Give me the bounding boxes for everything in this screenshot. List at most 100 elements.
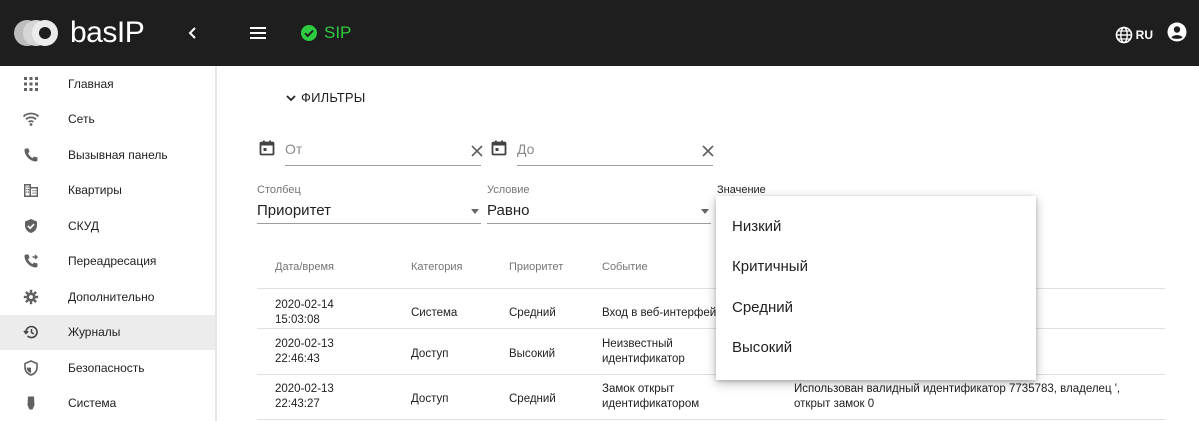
column-select-value: Приоритет: [257, 202, 331, 219]
row-priority: Средний: [509, 307, 556, 319]
date-to-field[interactable]: До: [489, 136, 719, 166]
account-button[interactable]: [1167, 22, 1187, 47]
logs-panel: ФИЛЬТРЫ От До Столбец Приоритет Условие …: [216, 66, 1199, 421]
sidebar-item-security[interactable]: Безопасность: [0, 350, 215, 386]
brand: basIP: [0, 0, 216, 66]
column-header[interactable]: Дата/время: [275, 261, 334, 273]
sidebar-item-advanced[interactable]: Дополнительно: [0, 279, 215, 315]
row-details: Использован валидный идентификатор 77357…: [794, 383, 1121, 395]
column-header[interactable]: Приоритет: [509, 261, 563, 273]
date-from-placeholder: От: [285, 141, 303, 157]
history-icon: [22, 323, 40, 341]
sidebar-item-label: Сеть: [68, 112, 95, 127]
sidebar: Главная Сеть Вызывная панель Квартиры СК…: [0, 66, 216, 421]
row-category: Доступ: [411, 393, 449, 405]
filters-toggle-label: ФИЛЬТРЫ: [301, 90, 366, 105]
row-event: идентификатор: [602, 353, 685, 365]
sidebar-item-forwarding[interactable]: Переадресация: [0, 244, 215, 280]
condition-select[interactable]: Равно: [487, 196, 711, 224]
sidebar-item-label: Безопасность: [68, 360, 145, 375]
language-switcher[interactable]: RU: [1115, 26, 1167, 44]
dropdown-option[interactable]: Низкий: [716, 206, 1036, 247]
sidebar-item-home[interactable]: Главная: [0, 66, 215, 102]
condition-select-value: Равно: [487, 202, 530, 219]
date-from-field[interactable]: От: [257, 136, 489, 166]
bas-ip-logo-icon: [12, 18, 64, 48]
column-header[interactable]: Категория: [411, 261, 462, 273]
row-date: 2020-02-13: [275, 338, 334, 350]
collapse-sidebar-button[interactable]: [184, 24, 202, 42]
calendar-icon: [259, 140, 275, 156]
gear-icon: [22, 288, 40, 306]
main-content: ФИЛЬТРЫ От До Столбец Приоритет Условие …: [216, 66, 1199, 421]
row-details: открыт замок 0: [794, 398, 875, 410]
sidebar-item-network[interactable]: Сеть: [0, 102, 215, 138]
row-time: 15:03:08: [275, 314, 320, 326]
row-event: Вход в веб-интерфейс: [602, 307, 722, 319]
column-select-label: Столбец: [257, 184, 301, 196]
row-event: Замок открыт: [602, 383, 675, 395]
date-to-placeholder: До: [517, 141, 535, 157]
grid-icon: [22, 75, 40, 93]
column-select[interactable]: Приоритет: [257, 196, 481, 224]
row-priority: Высокий: [509, 348, 556, 360]
calendar-icon: [491, 140, 507, 156]
sidebar-item-label: Переадресация: [68, 254, 157, 269]
condition-select-label: Условие: [487, 184, 530, 196]
chevron-down-icon: [286, 94, 296, 101]
dropdown-option[interactable]: Средний: [716, 287, 1036, 328]
row-time: 22:43:27: [275, 398, 320, 410]
account-icon: [1167, 22, 1187, 42]
sidebar-item-system[interactable]: Система: [0, 386, 215, 421]
dropdown-arrow-icon: [701, 209, 709, 214]
sidebar-item-call-panel[interactable]: Вызывная панель: [0, 137, 215, 173]
sidebar-item-label: Журналы: [68, 325, 121, 340]
row-date: 2020-02-14: [275, 299, 334, 311]
security-icon: [22, 359, 40, 377]
dropdown-arrow-icon: [471, 209, 479, 214]
shield-check-icon: [22, 217, 40, 235]
row-date: 2020-02-13: [275, 383, 334, 395]
phone-forward-icon: [22, 252, 40, 270]
top-right-controls: RU: [1115, 22, 1187, 47]
clear-date-to-button[interactable]: [701, 144, 715, 158]
row-time: 22:46:43: [275, 353, 320, 365]
phone-icon: [22, 146, 40, 164]
sip-status-label: SIP: [324, 23, 352, 42]
sidebar-item-logs[interactable]: Журналы: [0, 314, 215, 350]
row-priority: Средний: [509, 393, 556, 405]
row-event: идентификатором: [602, 398, 700, 410]
top-app-bar: basIP SIP RU: [0, 0, 1199, 66]
close-icon: [702, 145, 714, 157]
hamburger-menu-button[interactable]: [248, 24, 270, 42]
sidebar-item-apartments[interactable]: Квартиры: [0, 173, 215, 209]
check-circle-icon: [301, 25, 317, 41]
sidebar-item-access-control[interactable]: СКУД: [0, 208, 215, 244]
sidebar-item-label: Система: [68, 396, 117, 411]
filters-toggle[interactable]: ФИЛЬТРЫ: [285, 90, 366, 105]
sidebar-item-label: Вызывная панель: [68, 147, 168, 162]
logo-text: basIP: [70, 16, 145, 49]
hamburger-menu-icon: [250, 27, 266, 39]
clear-date-from-button[interactable]: [470, 144, 484, 158]
chevron-left-icon: [188, 27, 196, 39]
dropdown-option[interactable]: Высокий: [716, 328, 1036, 369]
sidebar-item-label: СКУД: [68, 218, 100, 233]
building-icon: [22, 181, 40, 199]
device-icon: [22, 394, 40, 412]
column-header[interactable]: Событие: [602, 261, 648, 273]
row-category: Система: [411, 307, 458, 319]
sidebar-item-label: Главная: [68, 76, 114, 91]
sidebar-item-label: Квартиры: [68, 183, 122, 198]
value-dropdown-menu: Низкий Критичный Средний Высокий: [716, 196, 1036, 380]
dropdown-option[interactable]: Критичный: [716, 247, 1036, 288]
row-event: Неизвестный: [602, 338, 673, 350]
row-category: Доступ: [411, 348, 449, 360]
language-code: RU: [1135, 27, 1153, 42]
globe-icon: [1115, 26, 1132, 43]
sip-status: SIP: [300, 23, 351, 43]
sidebar-item-label: Дополнительно: [68, 289, 155, 304]
close-icon: [471, 145, 483, 157]
value-select-label: Значение: [717, 184, 766, 196]
wifi-icon: [22, 110, 40, 128]
